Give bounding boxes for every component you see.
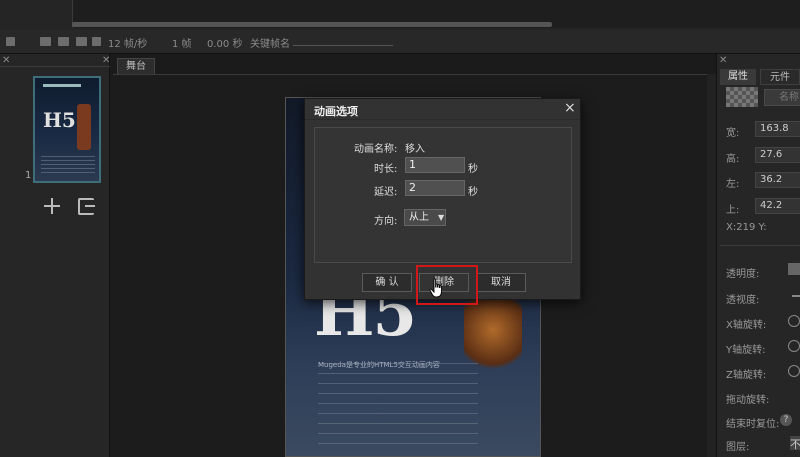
- tab-symbols[interactable]: 元件: [760, 69, 800, 85]
- delay-label: 延迟:: [374, 187, 398, 198]
- timeline-folder-icon[interactable]: [6, 37, 15, 46]
- duration-label: 时长:: [374, 164, 398, 175]
- height-label: 高:: [726, 154, 740, 165]
- thumb-logo: [43, 84, 81, 87]
- properties-divider: [720, 245, 800, 246]
- add-page-icon[interactable]: [44, 198, 60, 214]
- thumb-text-lines: [41, 156, 95, 176]
- delete-highlight-box: [416, 265, 478, 305]
- dialog-close-icon[interactable]: ×: [564, 100, 576, 116]
- height-input[interactable]: 27.6: [755, 147, 800, 163]
- z-rotation-icon[interactable]: [788, 365, 800, 377]
- timeline-copy-icon[interactable]: [58, 37, 69, 46]
- thumb-tower-image: [77, 104, 91, 150]
- y-rotation-label: Y轴旋转:: [726, 345, 766, 356]
- direction-select-value: 从上: [409, 212, 429, 223]
- left-input[interactable]: 36.2: [755, 172, 800, 188]
- dialog-title: 动画选项: [314, 105, 358, 118]
- element-name-input[interactable]: 名称: [764, 89, 800, 106]
- timeline-layer-icon[interactable]: [40, 37, 51, 46]
- pages-panel-collapse-icon[interactable]: ✕: [102, 55, 110, 66]
- direction-label: 方向:: [374, 216, 398, 227]
- pages-panel-divider: [0, 66, 110, 67]
- hand-cursor-icon: [429, 278, 442, 298]
- z-rotation-label: Z轴旋转:: [726, 370, 767, 381]
- animation-name-label: 动画名称:: [354, 144, 398, 155]
- perspective-label: 透视度:: [726, 295, 760, 306]
- duration-input[interactable]: 1: [405, 157, 465, 173]
- import-page-icon[interactable]: [78, 198, 95, 215]
- tab-properties[interactable]: 属性: [720, 69, 756, 85]
- fill-color-swatch[interactable]: [726, 87, 758, 107]
- thumb-title: H5: [43, 108, 76, 132]
- canvas-body-lines: [318, 363, 478, 453]
- top-input[interactable]: 42.2: [755, 198, 800, 214]
- delay-input[interactable]: 2: [405, 180, 465, 196]
- help-icon[interactable]: ?: [780, 414, 792, 426]
- keyframe-name-label: 关键帧名: [250, 39, 290, 50]
- stage-vertical-scrollbar[interactable]: [707, 74, 716, 457]
- delay-unit: 秒: [468, 187, 478, 198]
- frame-count-readout: 1 帧: [172, 39, 192, 50]
- cancel-button[interactable]: 取消: [476, 273, 526, 292]
- x-rotation-label: X轴旋转:: [726, 320, 767, 331]
- layer-select[interactable]: 不: [790, 436, 800, 451]
- top-label: 上:: [726, 205, 740, 216]
- keyframe-name-input[interactable]: [293, 45, 393, 46]
- tab-stage[interactable]: 舞台: [117, 58, 155, 74]
- time-readout: 0.00 秒: [207, 39, 243, 50]
- duration-unit: 秒: [468, 164, 478, 175]
- y-rotation-icon[interactable]: [788, 340, 800, 352]
- width-input[interactable]: 163.8: [755, 121, 800, 137]
- page-thumbnail[interactable]: H5: [33, 76, 101, 183]
- perspective-slider[interactable]: [792, 295, 800, 297]
- reset-on-end-label: 结束时复位:: [726, 419, 780, 430]
- left-label: 左:: [726, 179, 740, 190]
- properties-panel-close-icon[interactable]: ✕: [719, 55, 727, 66]
- width-label: 宽:: [726, 128, 740, 139]
- timeline-delete-icon[interactable]: [92, 37, 101, 46]
- page-number: 1: [25, 170, 32, 181]
- drag-rotation-label: 拖动旋转:: [726, 395, 770, 406]
- opacity-label: 透明度:: [726, 269, 760, 280]
- chevron-down-icon: ▼: [438, 213, 445, 222]
- confirm-button[interactable]: 确 认: [362, 273, 412, 292]
- animation-name-value: 移入: [405, 144, 425, 155]
- xy-readout: X:219 Y:: [726, 222, 767, 233]
- dialog-title-divider: [305, 119, 580, 120]
- timeline-frame-icon[interactable]: [76, 37, 87, 46]
- x-rotation-icon[interactable]: [788, 315, 800, 327]
- pages-panel-close-icon[interactable]: ✕: [2, 55, 10, 66]
- fps-readout: 12 帧/秒: [108, 39, 148, 50]
- timeline-horizontal-scrollbar[interactable]: [72, 22, 552, 27]
- layer-label: 图层:: [726, 442, 750, 453]
- direction-select[interactable]: 从上 ▼: [404, 209, 446, 226]
- opacity-swatch[interactable]: [788, 263, 800, 275]
